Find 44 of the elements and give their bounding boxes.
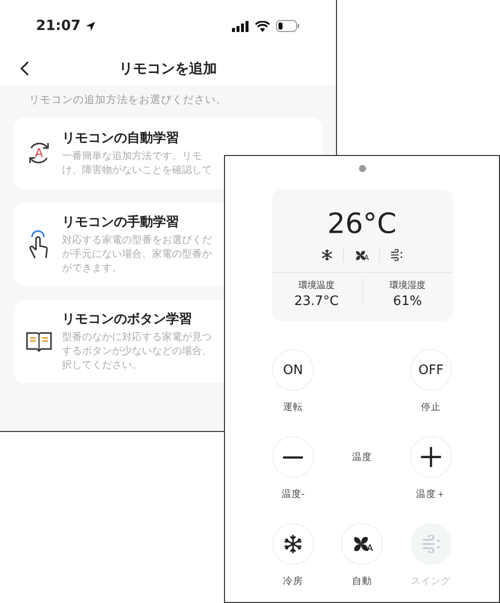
back-icon[interactable] <box>20 61 29 76</box>
instruction-text: リモコンの追加方法をお選びください。 <box>29 93 228 107</box>
remote-button[interactable]: ON <box>272 349 314 391</box>
method-description: 一番簡単な追加方法です。リモ <box>62 150 203 164</box>
method-title: リモコンのボタン学習 <box>62 311 193 328</box>
button-label: 冷房 <box>283 575 303 588</box>
reading-value: 61% <box>393 294 422 309</box>
remote-button[interactable] <box>410 436 452 478</box>
wifi-icon <box>255 20 270 32</box>
button-label: 温度- <box>281 488 305 501</box>
swing-icon <box>390 249 403 261</box>
plus-icon <box>421 447 441 467</box>
setpoint-temperature: 26°C <box>327 207 397 240</box>
location-arrow-icon <box>84 20 96 32</box>
swing-icon <box>421 535 441 553</box>
button-label: 停止 <box>421 401 441 414</box>
temperature-caption: 温度 <box>352 451 372 464</box>
method-description: が手元にない場合、家電の型番か <box>62 248 212 262</box>
minus-icon <box>283 456 303 458</box>
drag-handle[interactable] <box>358 165 366 172</box>
method-title: リモコンの自動学習 <box>62 130 180 146</box>
signal-icon <box>232 20 249 32</box>
reading-label: 環境湿度 <box>390 280 426 292</box>
method-title: リモコンの手動学習 <box>62 214 180 231</box>
battery-icon <box>276 20 300 32</box>
remote-button[interactable] <box>272 523 314 565</box>
method-description: 択してください。 <box>62 359 143 373</box>
button-label: 運転 <box>283 401 303 414</box>
button-label: 温度＋ <box>416 488 446 501</box>
snowflake-icon <box>321 249 334 261</box>
remote-button[interactable] <box>272 436 314 478</box>
status-time: 21:07 <box>36 18 81 34</box>
screen-title: リモコンを追加 <box>119 60 217 78</box>
remote-button[interactable]: OFF <box>410 349 452 391</box>
open-book-icon <box>26 330 52 352</box>
method-description: 型番のなかに対応する家電が見つ <box>62 331 212 345</box>
button-label: 自動 <box>352 575 372 588</box>
method-description: け、障害物がないことを確認して <box>62 164 212 178</box>
remote-button[interactable]: A <box>341 523 383 565</box>
snowflake-icon <box>283 534 303 554</box>
button-label: スイング <box>411 575 451 588</box>
method-description: 対応する家電の型番をお選びくだ <box>62 234 212 248</box>
method-description: ができます。 <box>62 262 123 276</box>
method-description: するボタンが少ないなどの場合、 <box>62 345 212 359</box>
